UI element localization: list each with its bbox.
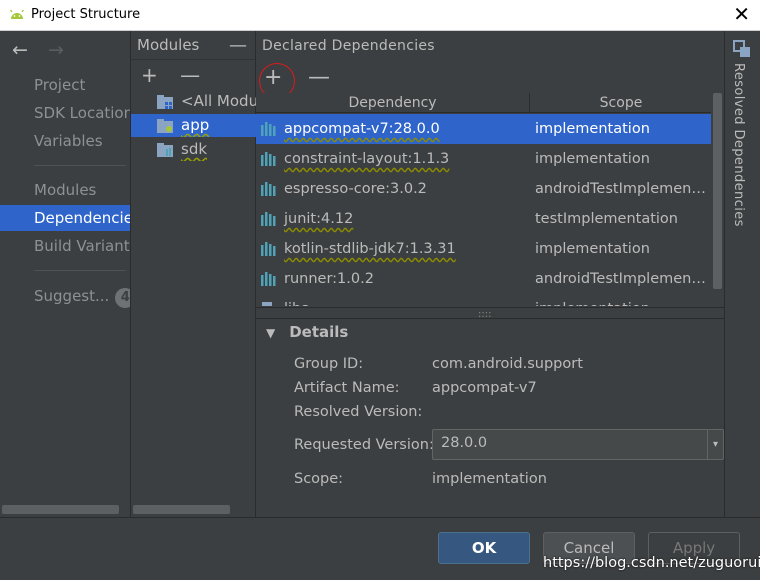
resolved-dependencies-strip[interactable]: Resolved Dependencies bbox=[724, 31, 760, 517]
vertical-scrollbar[interactable] bbox=[713, 93, 722, 289]
table-row[interactable]: espresso-core:3.0.2 androidTestImplement… bbox=[256, 174, 711, 204]
details-title: Details bbox=[289, 323, 349, 341]
add-module-icon[interactable]: + bbox=[141, 63, 158, 87]
column-header-dependency[interactable]: Dependency bbox=[256, 93, 530, 113]
details-header[interactable]: ▼ Details bbox=[266, 323, 348, 341]
nav-item-sdk-location[interactable]: SDK Location bbox=[0, 100, 130, 126]
panel-splitter[interactable]: :::: bbox=[256, 307, 724, 320]
dependencies-toolbar: + — bbox=[256, 60, 724, 102]
modules-toolbar: + — bbox=[131, 60, 255, 90]
add-dependency-icon[interactable]: + bbox=[264, 65, 282, 90]
module-label: sdk bbox=[181, 140, 208, 158]
table-header: Dependency Scope bbox=[256, 93, 711, 113]
library-icon bbox=[261, 212, 276, 226]
column-header-scope[interactable]: Scope bbox=[531, 93, 711, 113]
requested-version-value: 28.0.0 bbox=[441, 435, 488, 451]
scope-value: implementation bbox=[432, 471, 547, 487]
folder-grid-icon bbox=[157, 95, 173, 109]
library-icon bbox=[261, 242, 276, 256]
resolved-version-label: Resolved Version: bbox=[294, 404, 423, 420]
dropdown-arrow-icon[interactable]: ▾ bbox=[707, 430, 723, 459]
close-icon[interactable]: ✕ bbox=[733, 3, 750, 25]
dependency-scope: implementation bbox=[535, 241, 650, 257]
history-arrows: ← → bbox=[12, 39, 78, 61]
module-label: app bbox=[181, 116, 210, 134]
requested-version-label: Requested Version: bbox=[294, 437, 434, 453]
dependency-scope: implementation bbox=[535, 121, 650, 137]
declared-dependencies-panel: Declared Dependencies + — Dependency Sco… bbox=[256, 31, 724, 517]
horizontal-scrollbar[interactable] bbox=[2, 505, 119, 514]
table-row[interactable]: libs implementation bbox=[256, 294, 711, 306]
nav-item-suggestions[interactable]: Suggest... 4 bbox=[0, 283, 130, 309]
modules-title: Modules bbox=[137, 36, 200, 54]
table-row[interactable]: kotlin-stdlib-jdk7:1.3.31 implementation bbox=[256, 234, 711, 264]
dependency-scope: implementation bbox=[535, 294, 711, 306]
resolved-dependencies-icon bbox=[733, 40, 750, 57]
library-module-icon bbox=[157, 143, 173, 157]
collapse-icon[interactable]: — bbox=[229, 31, 247, 60]
dependency-name: runner:1.0.2 bbox=[284, 271, 374, 287]
dependency-scope: androidTestImplementation bbox=[535, 271, 711, 287]
dependency-name: junit:4.12 bbox=[284, 211, 354, 227]
modules-panel: Modules — + — <All Modules> app sdk bbox=[130, 31, 256, 517]
group-id-value: com.android.support bbox=[432, 356, 583, 372]
table-row[interactable]: runner:1.0.2 androidTestImplementation bbox=[256, 264, 711, 294]
nav-divider bbox=[34, 270, 126, 271]
module-item-sdk[interactable]: sdk bbox=[131, 138, 256, 161]
dependency-name: kotlin-stdlib-jdk7:1.3.31 bbox=[284, 241, 456, 257]
resolved-dependencies-label: Resolved Dependencies bbox=[731, 63, 746, 227]
dependencies-title: Declared Dependencies bbox=[262, 38, 435, 54]
android-icon bbox=[10, 9, 24, 19]
dependency-scope: testImplementation bbox=[535, 211, 678, 227]
module-label: <All Modules> bbox=[181, 92, 256, 110]
back-arrow-icon[interactable]: ← bbox=[12, 39, 28, 61]
group-id-label: Group ID: bbox=[294, 356, 364, 372]
forward-arrow-icon[interactable]: → bbox=[48, 39, 64, 61]
artifact-name-value: appcompat-v7 bbox=[432, 380, 537, 396]
library-icon bbox=[261, 152, 276, 166]
dependency-name: constraint-layout:1.1.3 bbox=[284, 151, 450, 167]
left-navigation: ← → Project SDK Location Variables Modul… bbox=[0, 31, 130, 517]
modules-header: Modules — bbox=[131, 31, 255, 60]
ok-button[interactable]: OK bbox=[438, 532, 530, 564]
table-row[interactable]: appcompat-v7:28.0.0 implementation bbox=[256, 114, 711, 144]
dependency-name: libs bbox=[284, 294, 309, 306]
library-icon bbox=[261, 182, 276, 196]
requested-version-combobox[interactable]: 28.0.0 ▾ bbox=[432, 429, 724, 460]
details-section: ▼ Details Group ID: com.android.support A… bbox=[256, 319, 724, 517]
remove-dependency-icon[interactable]: — bbox=[308, 65, 330, 90]
dependency-name: espresso-core:3.0.2 bbox=[284, 181, 427, 197]
nav-item-dependencies[interactable]: Dependencies bbox=[0, 205, 130, 231]
library-icon bbox=[261, 122, 276, 136]
dependency-scope: implementation bbox=[535, 151, 650, 167]
module-item-app[interactable]: app bbox=[131, 114, 256, 137]
nav-divider bbox=[34, 165, 126, 166]
module-item-all[interactable]: <All Modules> bbox=[131, 90, 256, 113]
artifact-name-label: Artifact Name: bbox=[294, 380, 400, 396]
remove-module-icon[interactable]: — bbox=[180, 63, 200, 87]
suggestions-count-badge: 4 bbox=[115, 288, 130, 308]
window-title: Project Structure bbox=[31, 7, 141, 22]
dependency-name: appcompat-v7:28.0.0 bbox=[284, 121, 440, 137]
nav-item-build-variants[interactable]: Build Variants bbox=[0, 233, 130, 259]
dependencies-table: Dependency Scope appcompat-v7:28.0.0 imp… bbox=[256, 93, 711, 306]
table-row[interactable]: constraint-layout:1.1.3 implementation bbox=[256, 144, 711, 174]
dialog-footer: OK Cancel Apply https://blog.csdn.net/zu… bbox=[0, 517, 760, 580]
library-icon bbox=[261, 272, 276, 286]
module-folder-icon bbox=[157, 119, 173, 133]
nav-item-variables[interactable]: Variables bbox=[0, 128, 130, 154]
horizontal-scrollbar[interactable] bbox=[133, 505, 230, 514]
title-bar: Project Structure ✕ bbox=[0, 0, 760, 31]
nav-item-modules[interactable]: Modules bbox=[0, 177, 130, 203]
jar-folder-icon bbox=[262, 302, 272, 306]
table-row[interactable]: junit:4.12 testImplementation bbox=[256, 204, 711, 234]
scope-label: Scope: bbox=[294, 471, 344, 487]
suggestions-label: Suggest... bbox=[34, 287, 110, 305]
dependency-scope: androidTestImplementation bbox=[535, 181, 711, 197]
collapse-triangle-icon[interactable]: ▼ bbox=[266, 326, 275, 340]
watermark-text: https://blog.csdn.net/zuguorui bbox=[543, 555, 760, 571]
nav-item-project[interactable]: Project bbox=[0, 72, 130, 98]
